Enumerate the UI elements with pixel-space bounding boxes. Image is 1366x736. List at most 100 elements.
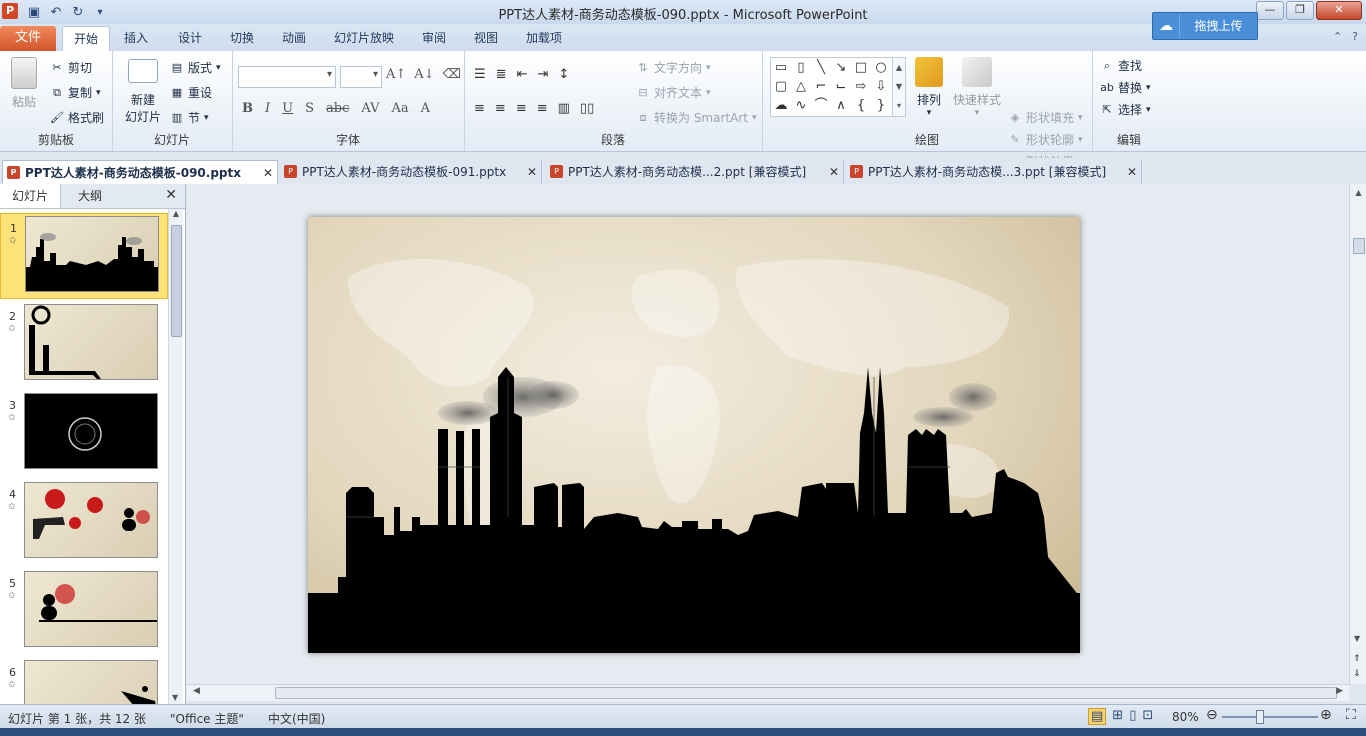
doc-tab-090[interactable]: P PPT达人素材-商务动态模板-090.pptx ✕ [2, 160, 278, 184]
callout-icon[interactable]: ☁ [771, 96, 791, 115]
previous-slide-icon[interactable]: ⇑ [1353, 654, 1361, 664]
next-slide-icon[interactable]: ⇓ [1353, 669, 1361, 679]
oval-icon[interactable]: ○ [871, 58, 891, 77]
scroll-down-arrow-icon[interactable]: ▼ [1354, 634, 1360, 643]
find-button[interactable]: ⌕ 查找 [1100, 57, 1142, 74]
tab-transitions[interactable]: 切换 [222, 26, 262, 51]
rounded-rect-icon[interactable]: ▢ [771, 77, 791, 96]
justify-icon[interactable]: ≡ [537, 101, 548, 116]
slide-sorter-view-icon[interactable]: ⊞ [1112, 708, 1123, 725]
font-color-icon[interactable]: A [421, 101, 430, 116]
strikethrough-icon[interactable]: abc [326, 101, 349, 116]
slides-panel-scrollbar[interactable]: ▲ ▼ [168, 209, 183, 704]
textbox-icon[interactable]: ▭ [771, 58, 791, 77]
shrink-font-icon[interactable]: A↓ [414, 67, 434, 82]
scroll-up-arrow-icon[interactable]: ▲ [169, 209, 183, 218]
distributed-icon[interactable]: ▥ [558, 101, 570, 116]
slide-thumbnail-2[interactable]: 2 ✩ [0, 302, 168, 388]
shadow-icon[interactable]: S [305, 101, 314, 116]
clear-format-icon[interactable]: ⌫ [443, 67, 461, 82]
underline-icon[interactable]: U [282, 101, 293, 116]
reading-view-icon[interactable]: ▯ [1129, 708, 1136, 725]
close-window-button[interactable]: ✕ [1316, 1, 1362, 20]
align-left-icon[interactable]: ≡ [474, 101, 485, 116]
slideshow-view-icon[interactable]: ⊡ [1142, 708, 1153, 725]
help-icon[interactable]: ? [1352, 30, 1358, 43]
close-panel-icon[interactable]: ✕ [165, 187, 177, 203]
layout-button[interactable]: ▤ 版式 ▾ [170, 59, 221, 76]
text-direction-button[interactable]: ⇅ 文字方向 ▾ [636, 59, 710, 76]
numbering-icon[interactable]: ≣ [496, 67, 507, 82]
zoom-level[interactable]: 80% [1172, 710, 1199, 724]
align-right-icon[interactable]: ≡ [516, 101, 527, 116]
font-size-combo[interactable] [340, 66, 382, 88]
freeform-icon[interactable]: ∧ [831, 96, 851, 115]
replace-button[interactable]: ab 替换 ▾ [1100, 79, 1150, 96]
close-tab-icon[interactable]: ✕ [527, 160, 537, 184]
elbow-arrow-icon[interactable]: ⌙ [831, 77, 851, 96]
shapes-gallery[interactable]: ▭ ▯ ╲ ↘ □ ○ ▢ △ ⌐ ⌙ ⇨ ⇩ ☁ ∿ ⌒ ∧{} [770, 57, 896, 117]
scroll-up-arrow-icon[interactable]: ▲ [1350, 188, 1366, 197]
columns-icon[interactable]: ▯▯ [580, 101, 594, 116]
new-slide-button[interactable]: 新建 幻灯片 [118, 59, 168, 125]
scrollbar-thumb[interactable] [1353, 238, 1365, 254]
increase-indent-icon[interactable]: ⇥ [537, 67, 548, 82]
slide-thumbnail-5[interactable]: 5 ✩ [0, 569, 168, 655]
zoom-in-icon[interactable]: ⊕ [1320, 707, 1332, 723]
arc-icon[interactable]: ⌒ [811, 96, 831, 115]
grow-font-icon[interactable]: A↑ [386, 67, 406, 82]
slide-thumbnail-1[interactable]: 1 ✩ [0, 213, 168, 299]
tab-home[interactable]: 开始 [62, 26, 110, 52]
elbow-connector-icon[interactable]: ⌐ [811, 77, 831, 96]
down-arrow-icon[interactable]: ⇩ [871, 77, 891, 96]
smartart-button[interactable]: ⧈ 转换为 SmartArt ▾ [636, 109, 757, 126]
section-button[interactable]: ▥ 节 ▾ [170, 109, 209, 126]
right-arrow-icon[interactable]: ⇨ [851, 77, 871, 96]
copy-button[interactable]: ⧉ 复制 ▾ [50, 84, 100, 101]
scrollbar-thumb[interactable] [171, 225, 182, 337]
reset-button[interactable]: ▦ 重设 [170, 84, 212, 101]
minimize-button[interactable]: — [1256, 1, 1284, 20]
italic-icon[interactable]: I [265, 101, 270, 116]
scroll-right-arrow-icon[interactable]: ▶ [1336, 686, 1343, 696]
line-spacing-icon[interactable]: ↕ [558, 67, 569, 82]
maximize-button[interactable]: ❐ [1286, 1, 1314, 20]
zoom-slider[interactable] [1222, 710, 1318, 724]
current-slide[interactable] [308, 217, 1080, 653]
scroll-left-arrow-icon[interactable]: ◀ [193, 686, 200, 696]
scrollbar-thumb[interactable] [275, 687, 1337, 699]
doc-tab-compat-3[interactable]: P PPT达人素材-商务动态模...3.ppt [兼容模式] ✕ [846, 160, 1142, 184]
triangle-icon[interactable]: △ [791, 77, 811, 96]
tab-insert[interactable]: 插入 [116, 26, 156, 51]
right-brace-icon[interactable]: } [871, 96, 891, 115]
tab-file[interactable]: 文件 [0, 26, 56, 51]
left-brace-icon[interactable]: { [851, 96, 871, 115]
normal-view-icon[interactable]: ▤ [1088, 708, 1107, 725]
cut-button[interactable]: ✂ 剪切 [50, 59, 92, 76]
tab-design[interactable]: 设计 [170, 26, 210, 51]
scroll-down-arrow-icon[interactable]: ▼ [172, 693, 178, 702]
slide-thumbnail-6[interactable]: 6 ✩ [0, 658, 168, 704]
bold-icon[interactable]: B [242, 101, 253, 116]
tab-slideshow[interactable]: 幻灯片放映 [326, 26, 402, 51]
tab-review[interactable]: 审阅 [414, 26, 454, 51]
collapse-ribbon-icon[interactable]: ⌃ [1333, 30, 1342, 43]
doc-tab-compat-2[interactable]: P PPT达人素材-商务动态模...2.ppt [兼容模式] ✕ [546, 160, 844, 184]
change-case-icon[interactable]: Aa [392, 101, 409, 116]
slide-thumbnail-4[interactable]: 4 ✩ [0, 480, 168, 566]
fit-to-window-icon[interactable]: ⛶ [1346, 707, 1356, 723]
font-family-combo[interactable] [238, 66, 336, 88]
tab-view[interactable]: 视图 [466, 26, 506, 51]
close-tab-icon[interactable]: ✕ [263, 161, 273, 185]
quick-styles-button[interactable]: 快速样式 ▾ [952, 57, 1002, 118]
paste-button[interactable]: 粘贴 [6, 57, 42, 110]
vertical-textbox-icon[interactable]: ▯ [791, 58, 811, 77]
doc-tab-091[interactable]: P PPT达人素材-商务动态模板-091.pptx ✕ [280, 160, 542, 184]
tab-outline[interactable]: 大纲 [62, 184, 118, 208]
decrease-indent-icon[interactable]: ⇤ [517, 67, 528, 82]
close-tab-icon[interactable]: ✕ [1127, 160, 1137, 184]
curve-icon[interactable]: ∿ [791, 96, 811, 115]
align-text-button[interactable]: ⊟ 对齐文本 ▾ [636, 84, 710, 101]
shape-fill-button[interactable]: ◈ 形状填充 ▾ [1008, 109, 1083, 126]
tab-animations[interactable]: 动画 [274, 26, 314, 51]
